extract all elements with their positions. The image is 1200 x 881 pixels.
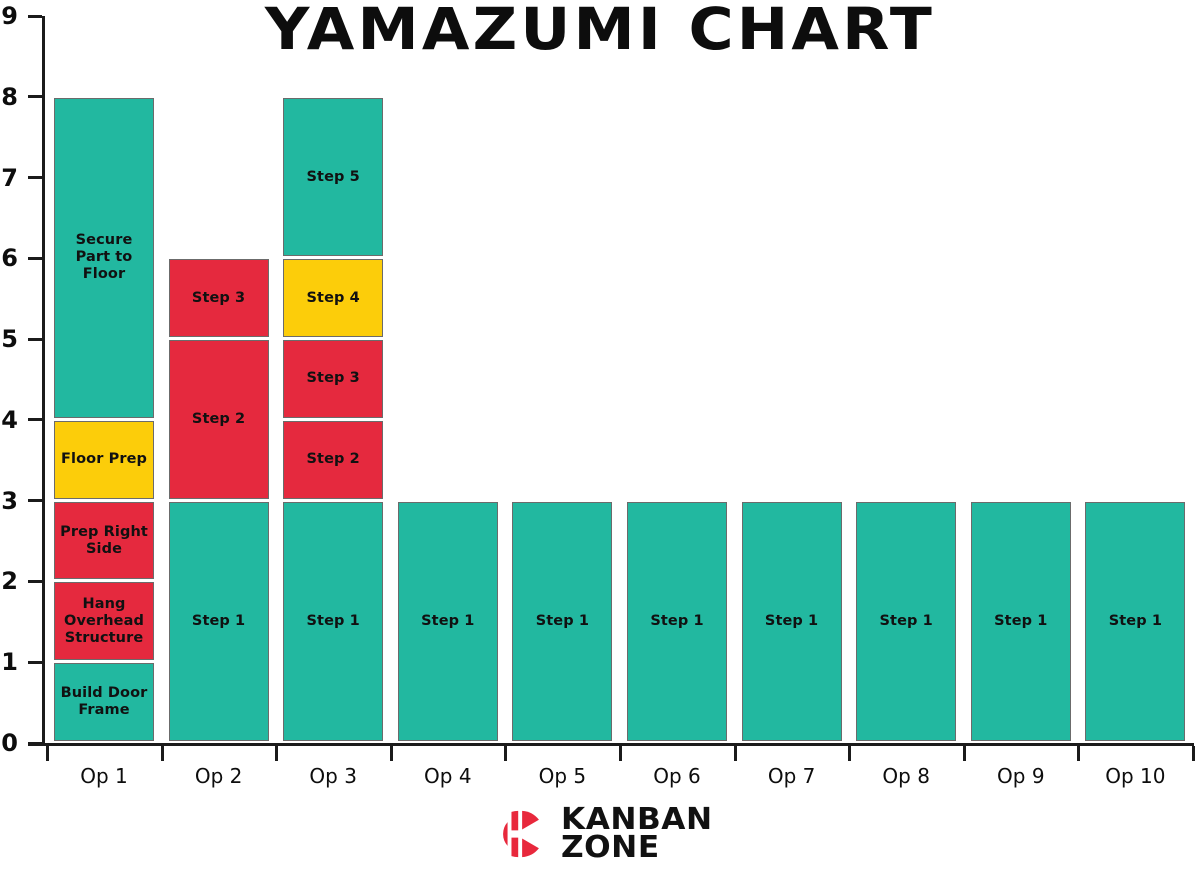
y-axis-line [42, 16, 45, 745]
y-axis-tick [28, 741, 42, 745]
bar-segment[interactable]: Step 1 [397, 501, 498, 741]
bar-column: Step 1 [1085, 17, 1186, 744]
y-axis-tick-label: 0 [1, 729, 18, 757]
bar-segment[interactable]: Step 1 [970, 501, 1071, 741]
x-axis-tick-label: Op 8 [882, 764, 930, 788]
bar-segment-label: Step 1 [535, 612, 590, 629]
y-axis-tick-label: 9 [1, 2, 18, 30]
y-axis-tick [28, 176, 42, 180]
x-axis-tick [275, 746, 279, 761]
x-axis-tick [1192, 746, 1195, 761]
bar-segment-label: Floor Prep [61, 451, 147, 468]
bar-segment-label: Step 1 [1108, 612, 1163, 629]
bar-segment-label: Build Door Frame [60, 685, 148, 719]
bar-segment[interactable]: Step 1 [283, 501, 384, 741]
kanban-zone-logo-icon [503, 810, 540, 858]
plot-area: 0 1 2 3 4 5 6 7 8 9 Op 1 Op 2 Op 3 Op 4 Op 5 Op 6 Op 7 O… [1, 4, 1195, 786]
bar-segment[interactable]: Step 3 [283, 340, 384, 418]
x-axis-tick [733, 746, 737, 761]
kanban-zone-logo: KANBAN ZONE [0, 805, 1200, 863]
x-axis-tick-label: Op 1 [80, 764, 128, 788]
x-axis-tick [504, 746, 508, 761]
bar-segment-label: Step 1 [191, 612, 246, 629]
bar-segment[interactable]: Step 1 [856, 501, 957, 741]
y-axis-tick [28, 579, 42, 583]
bar-segment-label: Step 2 [191, 410, 246, 427]
x-axis-tick-label: Op 4 [424, 764, 472, 788]
y-axis-tick-label: 6 [1, 244, 18, 273]
x-axis-tick-label: Op 2 [194, 764, 243, 788]
bar-segment-label: Secure Part to Floor [75, 232, 133, 283]
bar-segment-label: Step 1 [306, 612, 360, 629]
bar-segment[interactable]: Step 2 [168, 340, 269, 499]
x-axis-tick [619, 746, 622, 761]
y-axis-tick [28, 660, 42, 664]
bar-segment[interactable]: Step 1 [512, 501, 613, 741]
bar-column: Step 1 [397, 17, 498, 744]
y-axis-tick-label: 5 [1, 325, 18, 354]
bar-column: Build Door Frame Hang Overhead Structure P… [54, 17, 154, 744]
bar-segment[interactable]: Step 5 [283, 97, 384, 257]
bar-segment-label: Step 4 [306, 289, 360, 306]
bar-column: Step 1 [741, 17, 842, 744]
bar-segment-label: Step 3 [191, 289, 246, 306]
bar-segment[interactable]: Step 1 [1085, 501, 1186, 741]
y-axis-tick [28, 499, 42, 503]
bar-segment[interactable]: Step 2 [283, 420, 384, 499]
bar-column: Step 1 Step 2 Step 3 [168, 17, 269, 744]
logo-line-zone: ZONE [561, 830, 660, 865]
x-axis-tick [389, 746, 393, 761]
bar-segment-label: Step 2 [306, 451, 360, 468]
yamazumi-chart: YAMAZUMI CHART 0123456789 Op 1 Op 2 Op 3 Op… [0, 0, 1200, 881]
bar-segment[interactable]: Step 1 [627, 501, 727, 741]
x-axis-tick-label: Op 5 [538, 764, 587, 788]
bar-segment[interactable]: Secure Part to Floor [54, 97, 154, 418]
bar-segment-label: Step 5 [306, 168, 360, 185]
y-axis-tick-label: 2 [1, 567, 18, 596]
y-axis-tick-label: 4 [1, 405, 18, 434]
bar-segment-label: Hang Overhead Structure [64, 595, 144, 646]
y-axis-tick [28, 14, 42, 18]
bar-column: Step 1 Step 2 Step 3 Step 4 Step 5 [283, 17, 384, 744]
bar-column: Step 1 [512, 17, 613, 744]
bar-segment[interactable]: Step 3 [168, 259, 269, 338]
y-axis-tick [28, 95, 42, 99]
bar-segment-label: Step 3 [306, 370, 360, 387]
x-axis-tick-label: Op 9 [997, 764, 1045, 788]
bar-segment-label: Step 1 [994, 612, 1048, 629]
bar-segment[interactable]: Hang Overhead Structure [54, 582, 154, 661]
x-axis-tick-label: Op 6 [653, 764, 701, 788]
kanban-zone-wordmark: KANBAN ZONE [561, 805, 712, 863]
y-axis-tick [28, 418, 42, 422]
y-axis-tick-label: 1 [1, 648, 18, 677]
bar-segment-label: Step 1 [764, 612, 819, 629]
y-axis-tick [28, 337, 42, 341]
bar-column: Step 1 [970, 17, 1071, 744]
bar-segment[interactable]: Floor Prep [54, 420, 154, 499]
bar-column: Step 1 [627, 17, 727, 744]
bar-segment-label: Step 1 [879, 612, 933, 629]
x-axis-tick [962, 746, 966, 761]
x-axis-tick-label: Op 7 [767, 764, 816, 788]
bar-segment[interactable]: Step 1 [741, 501, 842, 741]
y-axis-tick-label: 3 [1, 486, 18, 515]
y-axis-tick-label: 8 [1, 82, 18, 111]
bar-segment[interactable]: Step 4 [283, 259, 384, 338]
y-axis-tick-label: 7 [1, 163, 18, 192]
x-axis-tick [46, 746, 49, 761]
bar-segment-label: Step 1 [650, 612, 704, 629]
x-axis-tick [160, 746, 164, 761]
x-axis-tick-label: Op 3 [309, 764, 357, 788]
bar-segment-label: Prep Right Side [60, 523, 148, 557]
x-axis-tick [1077, 746, 1081, 761]
x-axis-tick [848, 746, 852, 761]
bar-segment[interactable]: Prep Right Side [54, 501, 154, 580]
x-axis-tick-label: Op 10 [1105, 764, 1166, 788]
bar-segment[interactable]: Step 1 [168, 501, 269, 741]
bar-segment[interactable]: Build Door Frame [54, 663, 154, 741]
y-axis-tick [28, 256, 42, 260]
bar-column: Step 1 [856, 17, 957, 744]
bar-segment-label: Step 1 [421, 612, 475, 629]
